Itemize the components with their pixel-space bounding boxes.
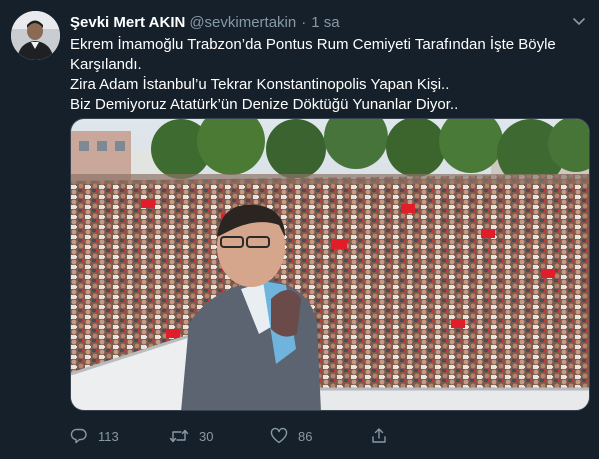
tweet-header: Şevki Mert AKIN @sevkimertakin · 1 sa xyxy=(70,12,340,32)
display-name[interactable]: Şevki Mert AKIN xyxy=(70,14,185,31)
reply-icon xyxy=(70,428,87,444)
tweet[interactable]: Şevki Mert AKIN @sevkimertakin · 1 sa Ek… xyxy=(0,0,599,459)
avatar-image xyxy=(11,11,60,60)
more-options-button[interactable] xyxy=(568,10,590,32)
like-count: 86 xyxy=(298,428,313,444)
reply-count: 113 xyxy=(98,428,119,444)
timestamp[interactable]: 1 sa xyxy=(311,14,339,31)
retweet-count: 30 xyxy=(199,428,214,444)
share-button[interactable] xyxy=(370,427,388,445)
heart-icon xyxy=(270,427,288,444)
retweet-button[interactable]: 30 xyxy=(169,427,270,445)
crowd-photo xyxy=(71,119,589,410)
tweet-photo[interactable] xyxy=(70,118,590,411)
avatar[interactable] xyxy=(11,11,60,60)
reply-button[interactable]: 113 xyxy=(70,427,169,445)
tweet-text-line: Ekrem İmamoğlu Trabzon’da Pontus Rum Cem… xyxy=(70,36,556,73)
chevron-down-icon xyxy=(573,18,585,25)
share-icon xyxy=(372,428,386,443)
tweet-text-line: Zira Adam İstanbul’u Tekrar Konstantinop… xyxy=(70,76,450,93)
separator-dot: · xyxy=(301,13,307,31)
tweet-actions: 113 30 86 xyxy=(70,424,388,448)
tweet-text-line: Biz Demiyoruz Atatürk’ün Denize Döktüğü … xyxy=(70,96,459,113)
retweet-icon xyxy=(169,429,189,443)
like-button[interactable]: 86 xyxy=(270,427,370,445)
user-handle[interactable]: @sevkimertakin xyxy=(189,14,296,31)
tweet-text: Ekrem İmamoğlu Trabzon’da Pontus Rum Cem… xyxy=(70,35,575,115)
